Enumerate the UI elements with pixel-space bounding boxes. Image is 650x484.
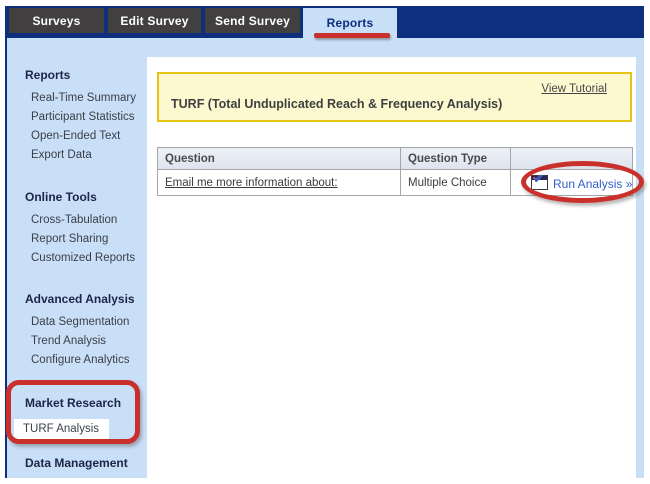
sidebar-item-report-sharing[interactable]: Report Sharing [25, 230, 147, 249]
annotation-reports-underline [314, 33, 390, 38]
sidebar-section-advanced-analysis: Advanced Analysis Data Segmentation Tren… [25, 292, 147, 370]
question-link[interactable]: Email me more information about: [165, 177, 338, 189]
sidebar-header-advanced-analysis: Advanced Analysis [25, 292, 147, 306]
sidebar-section-online-tools: Online Tools Cross-Tabulation Report Sha… [25, 190, 147, 268]
sidebar-section-data-management: Data Management [25, 456, 147, 477]
tab-label: Send Survey [215, 14, 290, 28]
tab-label: Surveys [32, 14, 80, 28]
sidebar-item-real-time-summary[interactable]: Real-Time Summary [25, 89, 147, 108]
annotation-run-analysis-circle [521, 161, 644, 203]
annotation-market-research-circle [6, 380, 140, 444]
question-cell: Email me more information about: [158, 170, 401, 196]
sidebar-header-online-tools: Online Tools [25, 190, 147, 204]
sidebar-item-participant-statistics[interactable]: Participant Statistics [25, 108, 147, 127]
question-type-value: Multiple Choice [408, 177, 487, 189]
sidebar-item-configure-analytics[interactable]: Configure Analytics [25, 351, 147, 370]
col-header-question-type: Question Type [401, 148, 511, 170]
tab-send-survey[interactable]: Send Survey [205, 8, 300, 33]
tab-label: Edit Survey [120, 14, 188, 28]
sidebar-header-data-management: Data Management [25, 456, 147, 470]
tab-label: Reports [327, 16, 374, 30]
sidebar-item-data-segmentation[interactable]: Data Segmentation [25, 313, 147, 332]
turf-header-box: View Tutorial TURF (Total Unduplicated R… [157, 72, 632, 122]
tab-edit-survey[interactable]: Edit Survey [108, 8, 201, 33]
sidebar-item-trend-analysis[interactable]: Trend Analysis [25, 332, 147, 351]
page-title: TURF (Total Unduplicated Reach & Frequen… [171, 97, 502, 111]
sidebar-section-reports: Reports Real-Time Summary Participant St… [25, 68, 147, 165]
tab-surveys[interactable]: Surveys [9, 8, 104, 33]
sidebar-item-export-data[interactable]: Export Data [25, 146, 147, 165]
sidebar-header-reports: Reports [25, 68, 147, 82]
sidebar-item-customized-reports[interactable]: Customized Reports [25, 249, 147, 268]
question-type-cell: Multiple Choice [401, 170, 511, 196]
view-tutorial-link[interactable]: View Tutorial [541, 83, 607, 95]
col-header-question: Question [158, 148, 401, 170]
sidebar-item-open-ended-text[interactable]: Open-Ended Text [25, 127, 147, 146]
sidebar-item-cross-tabulation[interactable]: Cross-Tabulation [25, 211, 147, 230]
